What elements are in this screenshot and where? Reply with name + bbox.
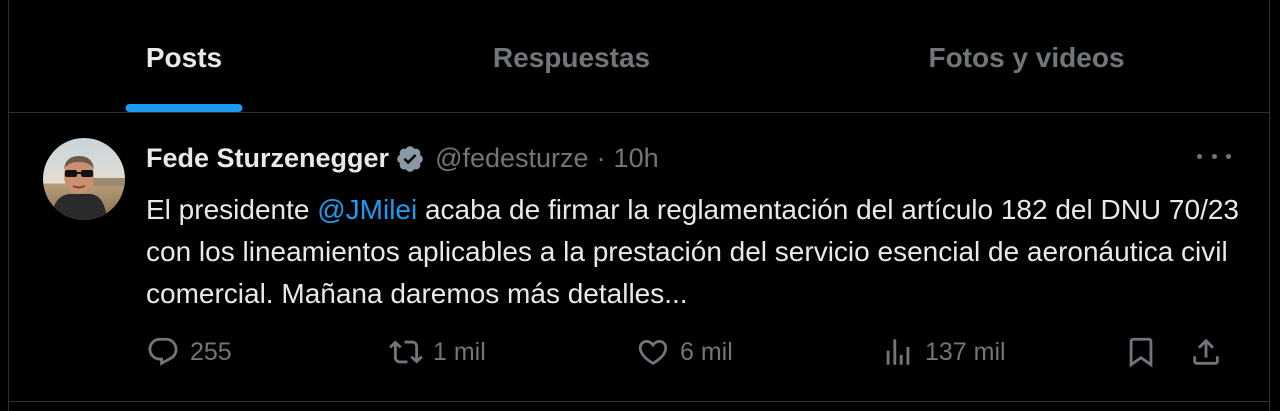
post-header: Fede Sturzenegger @fedesturze · 10h <box>146 143 659 174</box>
verified-badge-icon <box>397 145 423 172</box>
repost-button[interactable]: 1 mil <box>389 335 486 369</box>
avatar[interactable] <box>43 138 125 220</box>
like-count: 6 mil <box>680 337 733 366</box>
repost-count: 1 mil <box>433 337 486 366</box>
reply-icon <box>148 337 178 366</box>
views-icon <box>886 339 910 365</box>
heart-icon <box>638 339 668 365</box>
bookmark-button[interactable] <box>1124 335 1158 369</box>
reply-count: 255 <box>190 337 232 366</box>
tab-respuestas[interactable]: Respuestas <box>359 0 784 112</box>
post-text-before: El presidente <box>146 194 318 225</box>
bookmark-icon <box>1129 337 1153 368</box>
separator-dot: · <box>596 143 606 173</box>
mention-link[interactable]: @JMilei <box>317 194 417 225</box>
tab-respuestas-label: Respuestas <box>492 42 651 73</box>
author-handle[interactable]: @fedesturze <box>435 143 588 174</box>
views-count: 137 mil <box>925 337 1006 366</box>
like-button[interactable]: 6 mil <box>636 335 733 369</box>
share-button[interactable] <box>1189 335 1223 369</box>
tab-posts-label: Posts <box>145 42 223 73</box>
tab-fotos-y-videos[interactable]: Fotos y videos <box>784 0 1269 112</box>
tab-posts[interactable]: Posts <box>9 0 359 112</box>
post-text: El presidente @JMilei acaba de firmar la… <box>146 189 1246 315</box>
reply-button[interactable]: 255 <box>146 335 232 369</box>
share-icon <box>1193 338 1219 365</box>
post-time[interactable]: 10h <box>614 143 659 174</box>
tab-fotos-y-videos-label: Fotos y videos <box>928 42 1125 73</box>
more-icon[interactable] <box>1197 151 1231 161</box>
profile-tabs: Posts Respuestas Fotos y videos <box>9 0 1269 113</box>
post-actions: 255 1 mil 6 mil 137 mil <box>9 335 1269 379</box>
author-name[interactable]: Fede Sturzenegger <box>146 143 389 174</box>
repost-icon <box>389 340 423 364</box>
avatar-image <box>43 138 125 220</box>
post[interactable]: Fede Sturzenegger @fedesturze · 10h El p… <box>9 113 1269 402</box>
views-button[interactable]: 137 mil <box>881 335 1006 369</box>
active-tab-indicator <box>125 104 243 112</box>
profile-timeline: Posts Respuestas Fotos y videos Fede Stu… <box>8 0 1270 411</box>
